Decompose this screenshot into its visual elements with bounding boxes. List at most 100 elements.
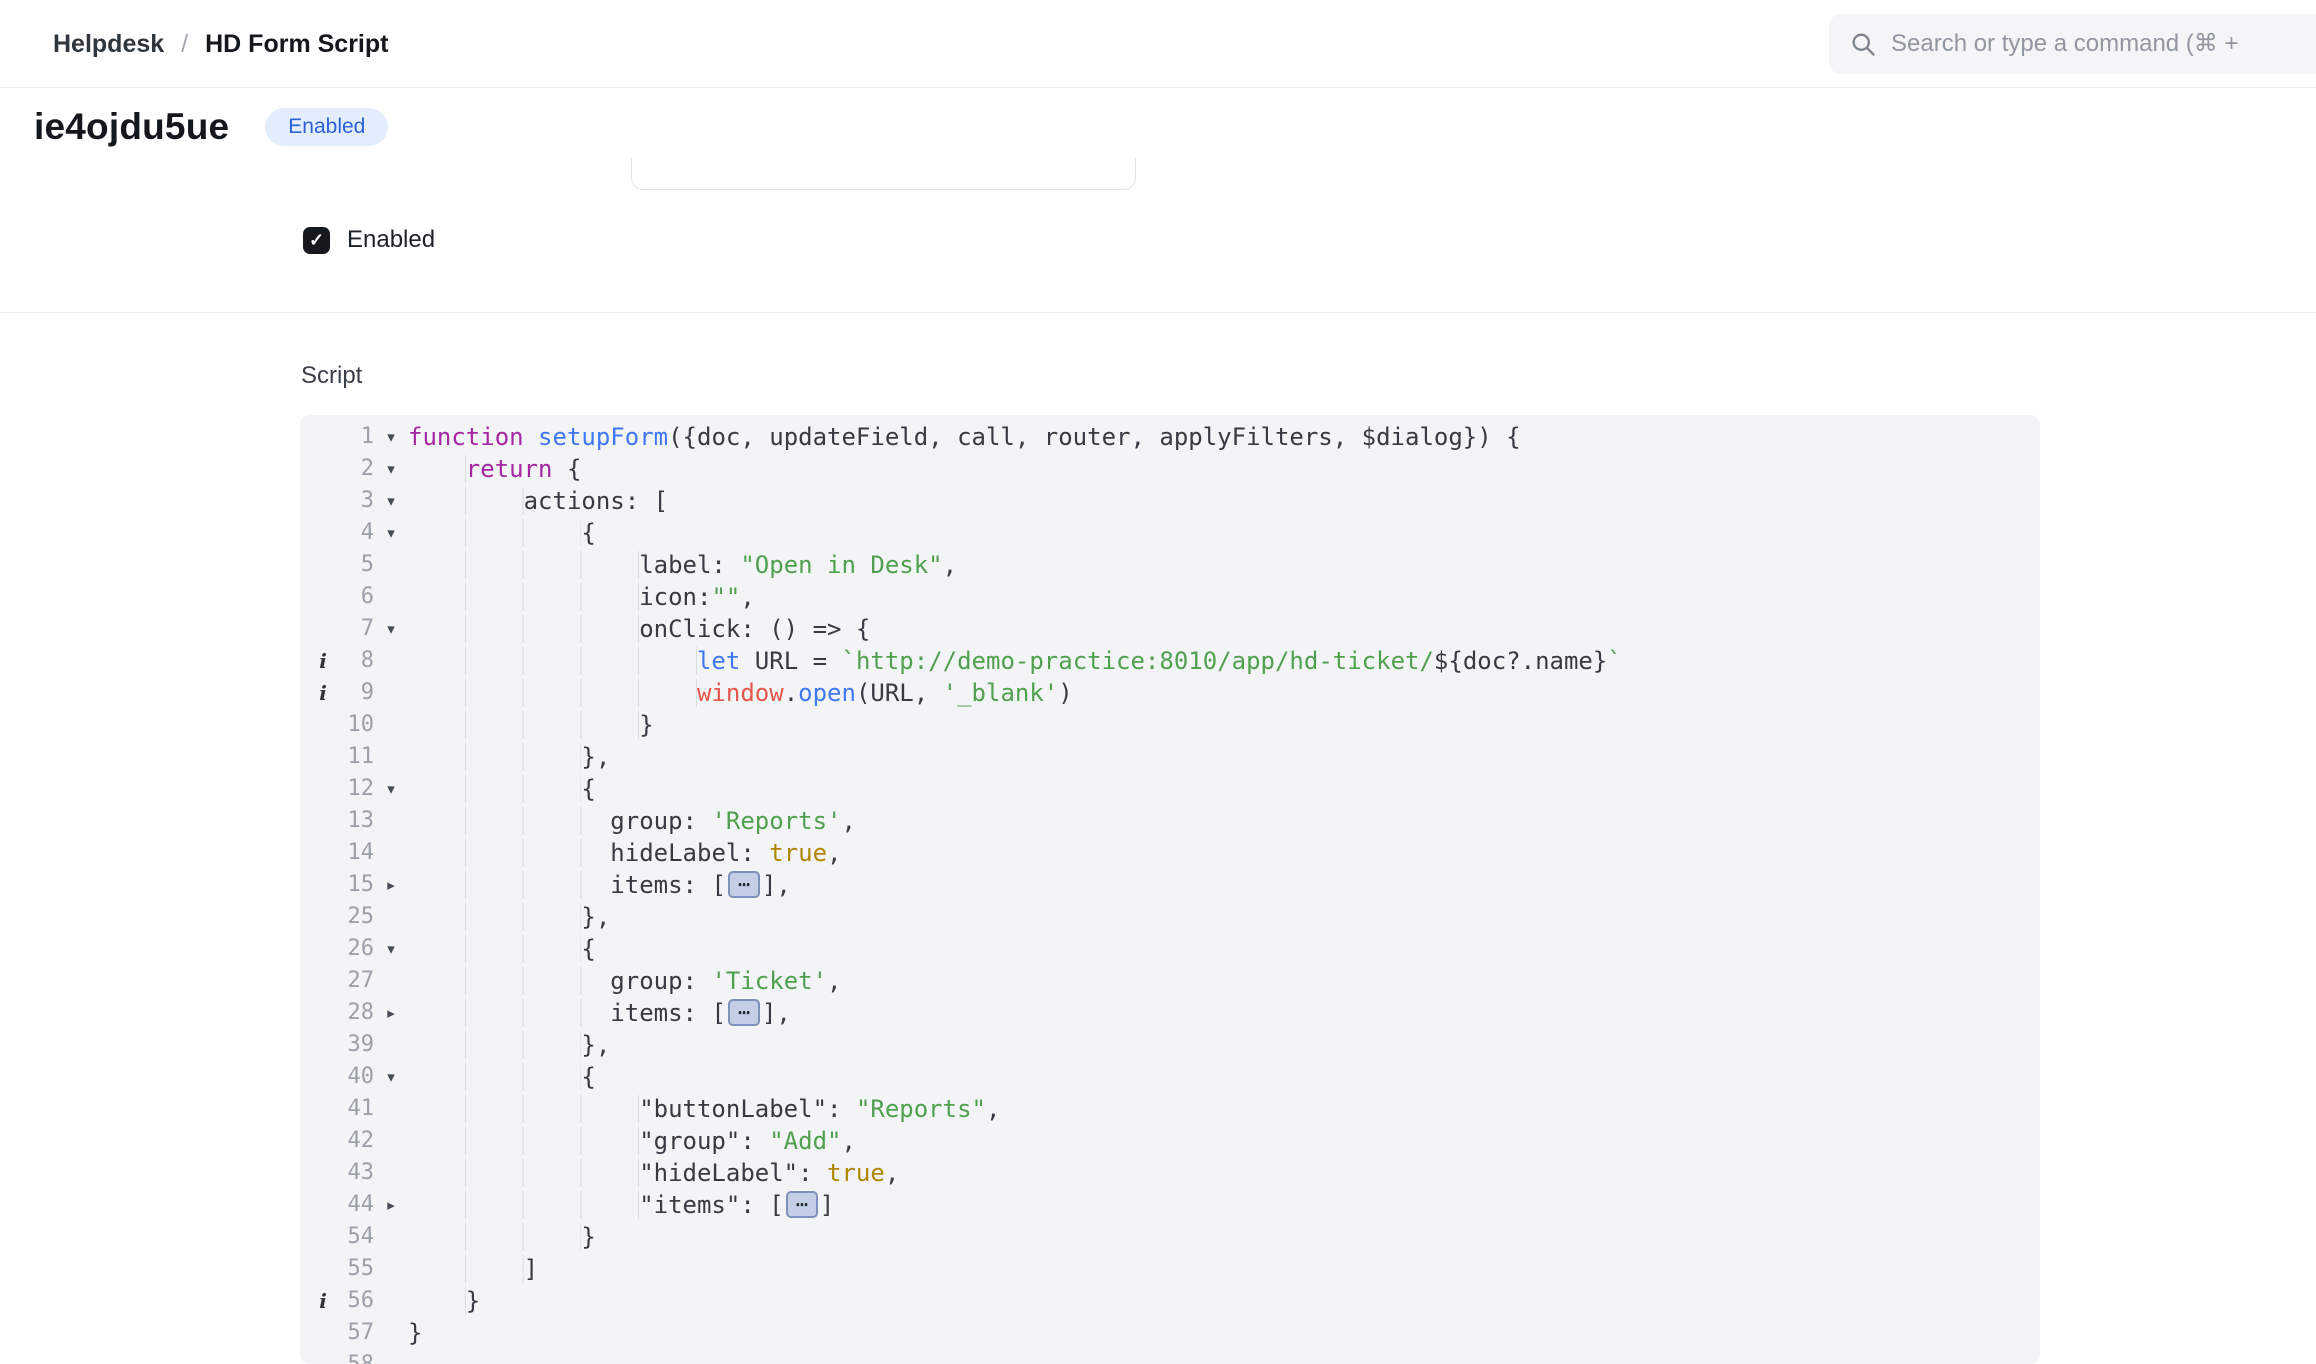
search-icon	[1849, 30, 1877, 58]
code-line[interactable]: i56 }	[300, 1285, 2040, 1317]
code-line[interactable]: 1▾function setupForm({doc, updateField, …	[300, 421, 2040, 453]
code-line[interactable]: 27 group: 'Ticket',	[300, 965, 2040, 997]
gutter-spacer	[308, 997, 338, 1029]
code-line[interactable]: 55 ]	[300, 1253, 2040, 1285]
indent-guide	[408, 1287, 466, 1315]
code-line[interactable]: 58	[300, 1349, 2040, 1364]
code-line[interactable]: 43 "hideLabel": true,	[300, 1157, 2040, 1189]
gutter-spacer	[308, 1157, 338, 1189]
fold-open-icon[interactable]: ▾	[374, 453, 408, 485]
code-content: },	[408, 1029, 2040, 1061]
fold-spacer	[374, 1221, 408, 1253]
code-content: icon:"",	[408, 581, 2040, 613]
fold-widget[interactable]: ⋯	[728, 999, 760, 1026]
line-number: 10	[338, 709, 374, 741]
breadcrumb-current: HD Form Script	[205, 30, 388, 59]
code-line[interactable]: i8 let URL = `http://demo-practice:8010/…	[300, 645, 2040, 677]
fold-open-icon[interactable]: ▾	[374, 421, 408, 453]
code-token: (URL,	[856, 679, 943, 707]
code-line[interactable]: 13 group: 'Reports',	[300, 805, 2040, 837]
code-line[interactable]: 12▾ {	[300, 773, 2040, 805]
code-line[interactable]: 25 },	[300, 901, 2040, 933]
code-line[interactable]: 39 },	[300, 1029, 2040, 1061]
indent-guide	[408, 743, 581, 771]
code-line[interactable]: 7▾ onClick: () => {	[300, 613, 2040, 645]
code-line[interactable]: 15▸ items: [⋯],	[300, 869, 2040, 901]
code-token: ]	[820, 1191, 834, 1219]
indent-guide	[408, 1063, 581, 1091]
code-content: return {	[408, 453, 2040, 485]
gutter-spacer	[308, 1349, 338, 1364]
code-token: hideLabel:	[610, 839, 769, 867]
code-line[interactable]: 14 hideLabel: true,	[300, 837, 2040, 869]
code-content: items: [⋯],	[408, 869, 2040, 901]
code-line[interactable]: 2▾ return {	[300, 453, 2040, 485]
code-token: ${doc?.name}	[1434, 647, 1607, 675]
code-token: )	[1058, 679, 1072, 707]
fold-open-icon[interactable]: ▾	[374, 773, 408, 805]
code-line[interactable]: 10 }	[300, 709, 2040, 741]
indent-guide	[408, 1255, 524, 1283]
code-line[interactable]: 3▾ actions: [	[300, 485, 2040, 517]
enabled-checkbox[interactable]: ✓	[303, 227, 330, 254]
code-editor[interactable]: 1▾function setupForm({doc, updateField, …	[300, 415, 2040, 1364]
gutter-spacer	[308, 549, 338, 581]
fold-open-icon[interactable]: ▾	[374, 485, 408, 517]
fold-spacer	[374, 901, 408, 933]
code-line[interactable]: 4▾ {	[300, 517, 2040, 549]
fold-open-icon[interactable]: ▾	[374, 517, 408, 549]
code-token: ],	[762, 999, 791, 1027]
code-line[interactable]: 57}	[300, 1317, 2040, 1349]
code-line[interactable]: 54 }	[300, 1221, 2040, 1253]
indent-guide	[408, 551, 639, 579]
indent-guide	[408, 839, 610, 867]
code-token: "Open in Desk"	[740, 551, 942, 579]
line-number: 57	[338, 1317, 374, 1349]
code-content: ]	[408, 1253, 2040, 1285]
code-line[interactable]: 41 "buttonLabel": "Reports",	[300, 1093, 2040, 1125]
indent-guide	[408, 999, 610, 1027]
code-token: items: [	[610, 871, 726, 899]
enabled-checkbox-label: Enabled	[347, 226, 435, 254]
fold-closed-icon[interactable]: ▸	[374, 997, 408, 1029]
line-number: 6	[338, 581, 374, 613]
code-line[interactable]: i9 window.open(URL, '_blank')	[300, 677, 2040, 709]
gutter-spacer	[308, 1317, 338, 1349]
code-token: },	[581, 1031, 610, 1059]
code-line[interactable]: 44▸ "items": [⋯]	[300, 1189, 2040, 1221]
page-title: ie4ojdu5ue	[34, 106, 229, 148]
code-line[interactable]: 26▾ {	[300, 933, 2040, 965]
gutter-spacer	[308, 869, 338, 901]
partial-scrolled-element	[631, 158, 1136, 190]
search-box[interactable]	[1829, 14, 2316, 74]
line-number: 42	[338, 1125, 374, 1157]
line-number: 4	[338, 517, 374, 549]
code-token: {	[581, 935, 595, 963]
fold-closed-icon[interactable]: ▸	[374, 1189, 408, 1221]
fold-open-icon[interactable]: ▾	[374, 1061, 408, 1093]
indent-guide	[408, 583, 639, 611]
fold-widget[interactable]: ⋯	[786, 1191, 818, 1218]
fold-closed-icon[interactable]: ▸	[374, 869, 408, 901]
code-line[interactable]: 6 icon:"",	[300, 581, 2040, 613]
code-line[interactable]: 42 "group": "Add",	[300, 1125, 2040, 1157]
enabled-checkbox-row[interactable]: ✓ Enabled	[303, 226, 435, 254]
fold-spacer	[374, 837, 408, 869]
line-number: 15	[338, 869, 374, 901]
page: Helpdesk / HD Form Script ie4ojdu5ue Ena…	[0, 0, 2316, 1364]
fold-widget[interactable]: ⋯	[728, 871, 760, 898]
code-line[interactable]: 40▾ {	[300, 1061, 2040, 1093]
code-line[interactable]: 28▸ items: [⋯],	[300, 997, 2040, 1029]
code-content: }	[408, 1285, 2040, 1317]
fold-open-icon[interactable]: ▾	[374, 613, 408, 645]
line-number: 55	[338, 1253, 374, 1285]
fold-spacer	[374, 1253, 408, 1285]
breadcrumb-helpdesk[interactable]: Helpdesk	[53, 30, 164, 59]
code-content: {	[408, 933, 2040, 965]
code-token: window	[697, 679, 784, 707]
search-input[interactable]	[1891, 30, 2316, 58]
code-line[interactable]: 11 },	[300, 741, 2040, 773]
fold-open-icon[interactable]: ▾	[374, 933, 408, 965]
code-token: ""	[711, 583, 740, 611]
code-line[interactable]: 5 label: "Open in Desk",	[300, 549, 2040, 581]
